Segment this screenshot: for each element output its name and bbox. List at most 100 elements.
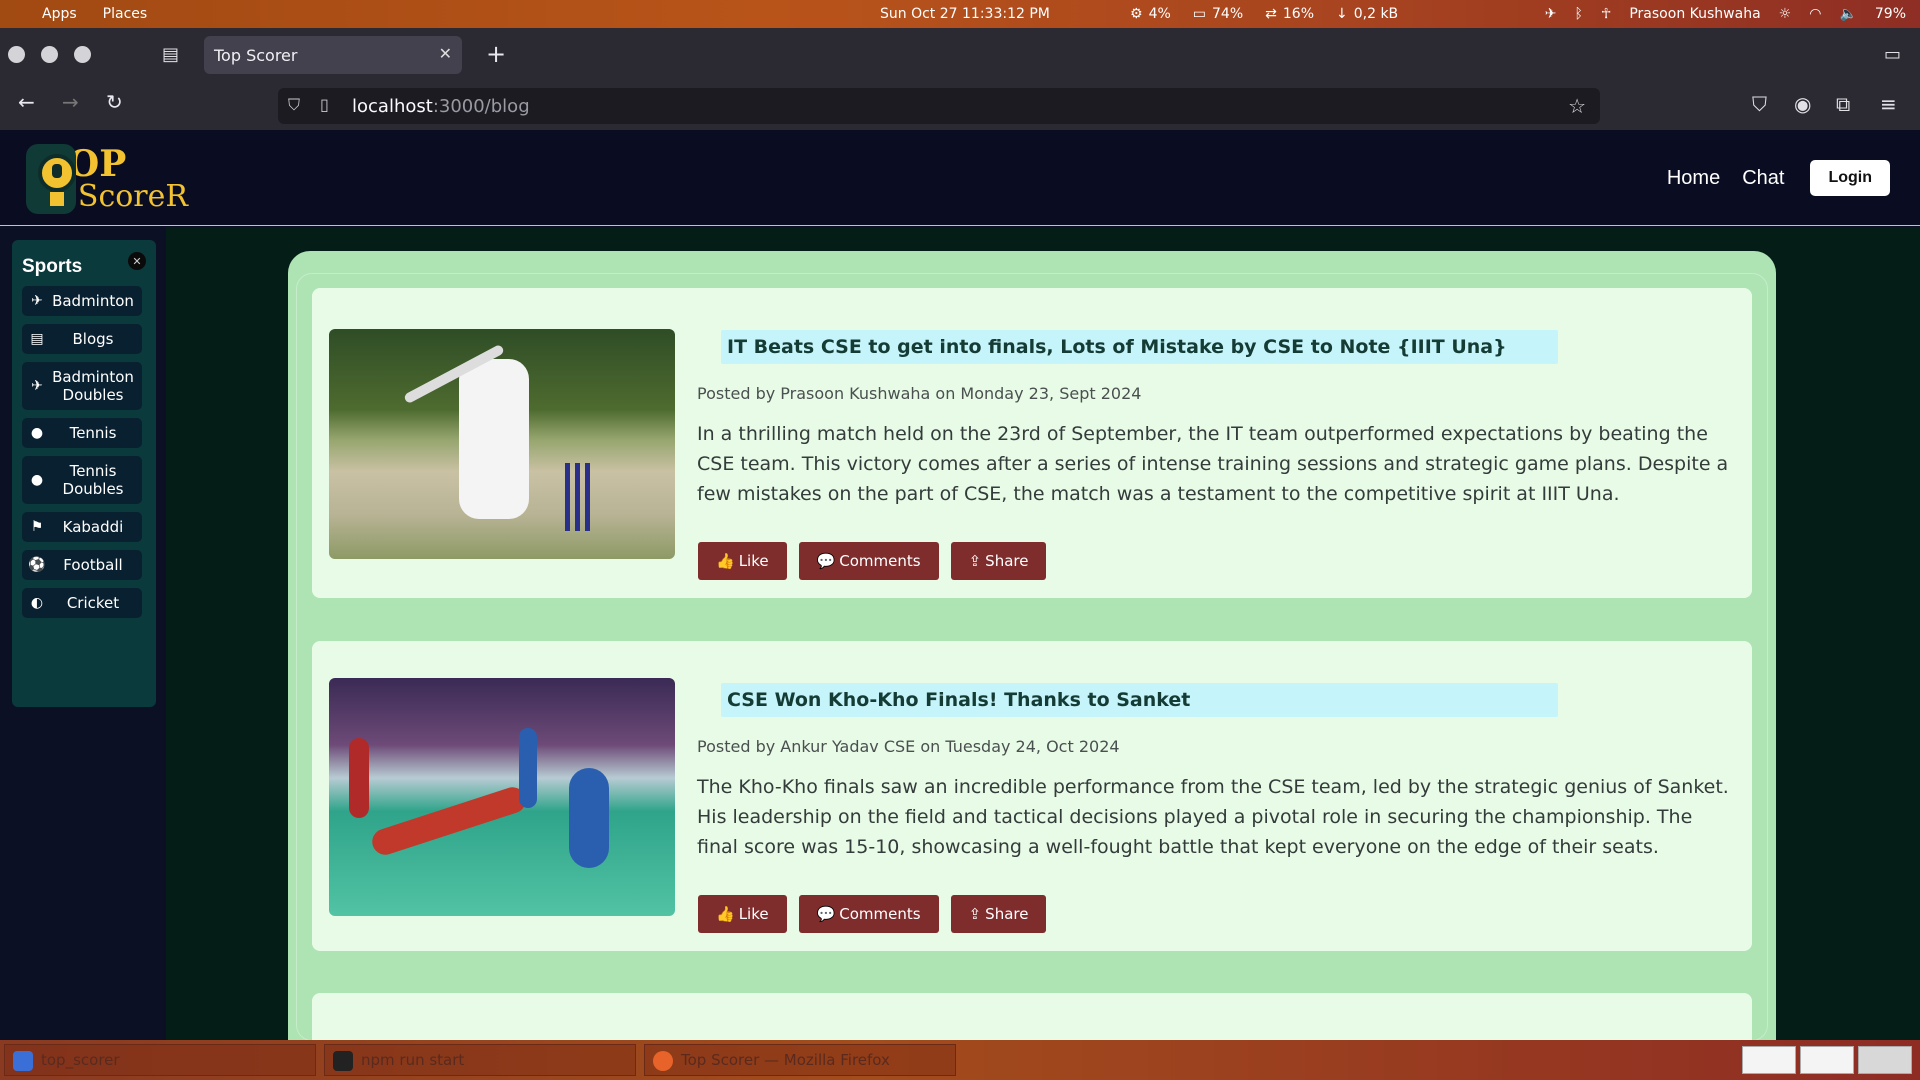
brightness-icon[interactable]: ☼ [1779,6,1792,22]
sidebar-item-badminton-doubles[interactable]: ✈ Badminton Doubles [22,362,142,410]
os-top-bar: Apps Places Sun Oct 27 11:33:12 PM ⚙ 4% ▭… [0,0,1920,28]
sidebar-item-blogs[interactable]: ▤ Blogs [22,324,142,354]
workspace-1[interactable] [1742,1046,1796,1074]
running-icon: ⚑ [30,519,44,535]
blog-post-card: IT Beats CSE to get into finals, Lots of… [312,288,1752,598]
reload-icon[interactable]: ↻ [106,90,123,114]
logo-text-top: OP [67,143,127,185]
tab-title: Top Scorer [214,45,298,65]
post-excerpt: In a thrilling match held on the 23rd of… [697,423,1729,505]
accessibility-icon[interactable]: ☥ [1601,6,1611,22]
post-meta: Posted by Prasoon Kushwaha on Monday 23,… [697,384,1142,403]
site-nav: Home Chat Login [1667,160,1890,196]
tab-overview-icon[interactable]: ▤ [162,44,179,65]
taskbar-item-terminal[interactable]: npm run start [324,1044,636,1076]
close-sidebar-icon[interactable]: ✕ [128,252,146,270]
memory-stat: ▭ 74% [1192,6,1244,22]
menu-icon[interactable]: ≡ [1880,92,1897,116]
swap-icon: ⇄ [1265,6,1277,22]
telegram-icon[interactable]: ✈ [1545,6,1557,22]
nav-chat[interactable]: Chat [1742,167,1784,190]
shield-icon[interactable]: ⛉ [288,95,300,115]
like-button[interactable]: 👍 Like [698,542,787,580]
forward-icon[interactable]: → [62,90,79,114]
window-close-button[interactable] [8,46,25,63]
tab-top-scorer[interactable]: Top Scorer ✕ [204,36,462,74]
account-icon[interactable]: ◉ [1794,92,1811,116]
shuttlecock-icon: ✈ [31,293,43,309]
new-tab-icon[interactable]: + [486,40,506,68]
comment-icon: 💬 [816,552,836,570]
cricket-ball-icon: ◐ [30,595,44,611]
thumbs-up-icon: 👍 [716,552,735,570]
tennis-icon: ● [30,425,44,441]
post-actions: 👍 Like 💬 Comments ⇪ Share [698,895,1047,933]
clock[interactable]: Sun Oct 27 11:33:12 PM [880,6,1050,22]
window-minimize-button[interactable] [41,46,58,63]
extensions-icon[interactable]: ⧉ [1836,92,1850,116]
page-icon[interactable]: ▯ [320,95,329,114]
post-title[interactable]: IT Beats CSE to get into finals, Lots of… [721,330,1558,364]
bookmark-star-icon[interactable]: ☆ [1568,94,1586,118]
share-button[interactable]: ⇪ Share [950,542,1047,580]
nav-home[interactable]: Home [1667,167,1720,190]
post-excerpt: The Kho-Kho finals saw an incredible per… [697,776,1729,858]
back-icon[interactable]: ← [18,90,35,114]
apps-menu[interactable]: Apps [42,6,77,22]
site-logo[interactable]: OP ScoreR [26,142,188,216]
post-actions: 👍 Like 💬 Comments ⇪ Share [698,542,1047,580]
volume-icon[interactable]: 🔈 [1839,6,1856,22]
login-button[interactable]: Login [1810,160,1890,196]
comment-icon: 💬 [816,905,836,923]
firefox-icon [653,1051,673,1071]
sidebar-item-badminton[interactable]: ✈ Badminton [22,286,142,316]
newspaper-icon: ▤ [30,331,44,347]
workspace-2[interactable] [1800,1046,1854,1074]
cpu-icon: ⚙ [1130,6,1143,22]
comments-button[interactable]: 💬 Comments [798,895,939,933]
football-icon: ⚽ [28,557,46,573]
url-host: localhost [352,95,433,117]
page: OP ScoreR Home Chat Login Sports ✕ ✈ Badm… [0,130,1920,1053]
sports-sidebar: Sports ✕ ✈ Badminton ▤ Blogs ✈ Badminton Do… [12,240,156,707]
close-tab-icon[interactable]: ✕ [439,44,452,63]
post-title[interactable]: CSE Won Kho-Kho Finals! Thanks to Sanket [721,683,1558,717]
places-menu[interactable]: Places [103,6,148,22]
sidebar-item-cricket[interactable]: ◐ Cricket [22,588,142,618]
pocket-icon[interactable]: ⛉ [1752,92,1767,116]
logo-text-bottom: ScoreR [77,179,188,214]
post-body: CSE Won Kho-Kho Finals! Thanks to Sanket… [697,683,1732,862]
thumbs-up-icon: 👍 [716,905,735,923]
sidebar-item-tennis[interactable]: ● Tennis [22,418,142,448]
post-body: IT Beats CSE to get into finals, Lots of… [697,330,1732,509]
comments-button[interactable]: 💬 Comments [798,542,939,580]
memory-icon: ▭ [1192,6,1207,22]
download-stat: ↓ 0,2 kB [1336,6,1399,22]
user-name[interactable]: Prasoon Kushwaha [1629,6,1760,22]
like-button[interactable]: 👍 Like [698,895,787,933]
url-bar[interactable]: ⛉ ▯ localhost:3000/blog ☆ [278,88,1600,124]
battery-level[interactable]: 79% [1875,6,1906,22]
wifi-icon[interactable]: ◠ [1809,6,1821,22]
bluetooth-icon[interactable]: ᛒ [1575,6,1583,22]
taskbar-item-file-manager[interactable]: top_scorer [4,1044,316,1076]
taskbar-item-firefox[interactable]: Top Scorer — Mozilla Firefox [644,1044,956,1076]
window-maximize-button[interactable] [74,46,91,63]
sidebar-item-football[interactable]: ⚽ Football [22,550,142,580]
list-all-tabs-icon[interactable]: ▭ [1884,44,1901,65]
workspace-3[interactable] [1858,1046,1912,1074]
share-icon: ⇪ [968,552,982,570]
site-header: OP ScoreR Home Chat Login [0,130,1920,226]
sidebar-item-tennis-doubles[interactable]: ● Tennis Doubles [22,456,142,504]
share-button[interactable]: ⇪ Share [950,895,1047,933]
trophy-icon [26,144,76,214]
cpu-stat: ⚙ 4% [1130,6,1171,22]
tennis-icon: ● [30,472,44,488]
file-manager-icon [13,1051,33,1071]
system-stats: ⚙ 4% ▭ 74% ⇄ 16% ↓ 0,2 kB [1130,6,1398,22]
post-image-cricket [329,329,675,559]
url-path: :3000/blog [432,95,530,117]
share-icon: ⇪ [968,905,982,923]
tray: ✈ ᛒ ☥ Prasoon Kushwaha ☼ ◠ 🔈 79% [1545,6,1906,22]
sidebar-item-kabaddi[interactable]: ⚑ Kabaddi [22,512,142,542]
